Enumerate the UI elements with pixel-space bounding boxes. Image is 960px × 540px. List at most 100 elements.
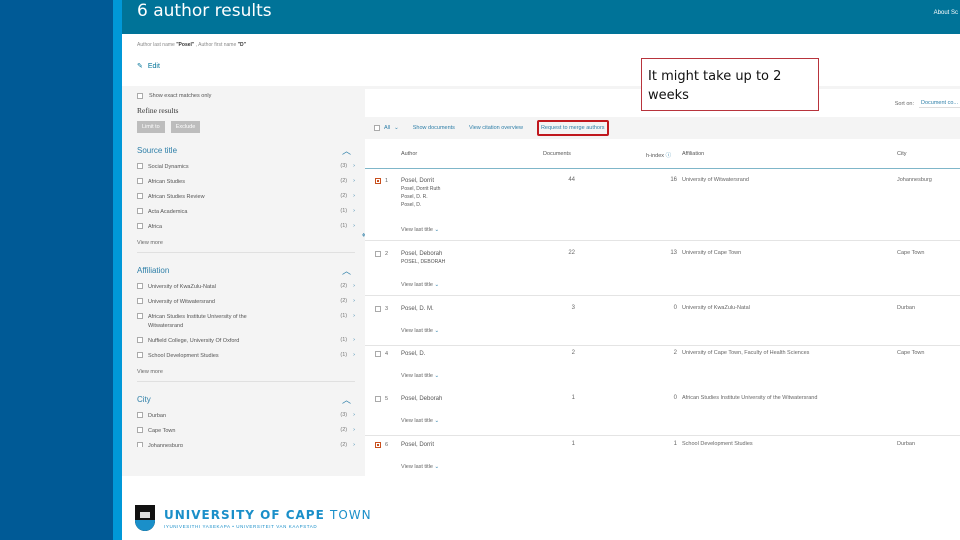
chevron-down-icon: ⌄ xyxy=(434,373,440,379)
facet-checkbox[interactable] xyxy=(137,283,143,289)
column-city[interactable]: City xyxy=(897,151,906,157)
facet-checkbox[interactable] xyxy=(137,163,143,169)
facet-item[interactable]: School Development Studies (1) › xyxy=(137,352,355,361)
exclude-button[interactable]: Exclude xyxy=(170,121,201,133)
view-more-link[interactable]: View more xyxy=(137,240,355,246)
chevron-right-icon[interactable]: › xyxy=(353,352,355,358)
author-row: 1 Posel, Dorrit Posel, Dorrit Ruth Posel… xyxy=(365,173,960,241)
facet-checkbox[interactable] xyxy=(137,337,143,343)
city-value: Johannesburg xyxy=(897,177,932,183)
view-citation-overview-link[interactable]: View citation overview xyxy=(469,125,523,131)
row-checkbox[interactable] xyxy=(375,396,381,402)
pencil-icon: ✎ xyxy=(137,63,143,70)
about-link[interactable]: About Sc xyxy=(934,10,958,16)
city-value: Durban xyxy=(897,305,916,311)
view-last-title-toggle[interactable]: View last title ⌄ xyxy=(401,418,439,424)
chevron-right-icon[interactable]: › xyxy=(353,412,355,418)
author-name-link[interactable]: Posel, D. xyxy=(401,350,425,358)
document-count[interactable]: 1 xyxy=(572,441,575,447)
select-all-dropdown[interactable]: All ⌄ xyxy=(374,125,399,131)
facet-checkbox[interactable] xyxy=(137,313,143,319)
facet-item[interactable]: Durban (3) › xyxy=(137,412,355,421)
show-documents-link[interactable]: Show documents xyxy=(413,125,455,131)
facet-checkbox[interactable] xyxy=(137,223,143,229)
column-affiliation[interactable]: Affiliation xyxy=(682,151,704,157)
facet-item[interactable]: Cape Town (2) › xyxy=(137,427,355,436)
view-last-title-toggle[interactable]: View last title ⌄ xyxy=(401,282,439,288)
results-panel: Sort on: Document co... All ⌄ Show docum… xyxy=(365,89,960,476)
chevron-up-icon[interactable]: ︿ xyxy=(342,393,351,406)
facet-checkbox[interactable] xyxy=(137,427,143,433)
document-count[interactable]: 44 xyxy=(568,177,575,183)
facet-checkbox[interactable] xyxy=(137,442,143,447)
facet-item[interactable]: Acta Academica (1) › xyxy=(137,208,355,217)
facet-item[interactable]: African Studies (2) › xyxy=(137,178,355,187)
view-last-title-toggle[interactable]: View last title ⌄ xyxy=(401,328,439,334)
chevron-right-icon[interactable]: › xyxy=(353,337,355,343)
refine-results-heading: Refine results xyxy=(137,106,179,115)
document-count[interactable]: 1 xyxy=(572,395,575,401)
name-variant: Posel, Dorrit Ruth xyxy=(401,186,441,192)
document-count[interactable]: 2 xyxy=(572,350,575,356)
row-checkbox[interactable] xyxy=(375,351,381,357)
view-last-title-toggle[interactable]: View last title ⌄ xyxy=(401,464,439,470)
exact-matches-option[interactable]: Show exact matches only xyxy=(137,93,355,99)
chevron-down-icon: ⌄ xyxy=(434,464,440,470)
facet-item[interactable]: Social Dynamics (3) › xyxy=(137,163,355,172)
facet-checkbox[interactable] xyxy=(137,208,143,214)
author-name-link[interactable]: Posel, Dorrit xyxy=(401,441,434,449)
author-name-link[interactable]: Posel, D. M. xyxy=(401,305,434,313)
document-count[interactable]: 22 xyxy=(568,250,575,256)
uct-shield-icon xyxy=(135,505,155,531)
row-checkbox[interactable] xyxy=(375,306,381,312)
author-name-link[interactable]: Posel, Dorrit xyxy=(401,177,440,185)
select-all-checkbox[interactable] xyxy=(374,125,380,131)
facet-checkbox[interactable] xyxy=(137,352,143,358)
facet-item[interactable]: Johannesburg (2) › xyxy=(137,442,355,447)
facet-checkbox[interactable] xyxy=(137,412,143,418)
facet-item[interactable]: Africa (1) › xyxy=(137,223,355,232)
chevron-right-icon[interactable]: › xyxy=(353,283,355,289)
chevron-right-icon[interactable]: › xyxy=(353,298,355,304)
author-name-link[interactable]: Posel, Deborah xyxy=(401,395,442,403)
column-author[interactable]: Author xyxy=(401,151,417,157)
facet-checkbox[interactable] xyxy=(137,178,143,184)
city-value: Cape Town xyxy=(897,250,925,256)
chevron-right-icon[interactable]: › xyxy=(353,208,355,214)
facet-item[interactable]: University of KwaZulu-Natal (2) › xyxy=(137,283,355,292)
request-merge-authors-link[interactable]: Request to merge authors xyxy=(536,120,609,136)
facet-item[interactable]: University of Witwatersrand (2) › xyxy=(137,298,355,307)
chevron-right-icon[interactable]: › xyxy=(353,178,355,184)
chevron-right-icon[interactable]: › xyxy=(353,193,355,199)
limit-to-button[interactable]: Limit to xyxy=(137,121,165,133)
row-checkbox[interactable] xyxy=(375,442,381,448)
chevron-right-icon[interactable]: › xyxy=(353,163,355,169)
view-last-title-toggle[interactable]: View last title ⌄ xyxy=(401,373,439,379)
view-more-link[interactable]: View more xyxy=(137,369,355,375)
view-last-title-toggle[interactable]: View last title ⌄ xyxy=(401,227,439,233)
column-h-index[interactable]: h-index ⓘ xyxy=(646,151,671,159)
row-checkbox[interactable] xyxy=(375,178,381,184)
facet-checkbox[interactable] xyxy=(137,193,143,199)
exact-matches-checkbox[interactable] xyxy=(137,93,143,99)
facet-item[interactable]: African Studies Institute University of … xyxy=(137,313,355,331)
chevron-up-icon[interactable]: ︿ xyxy=(342,264,351,277)
chevron-right-icon[interactable]: › xyxy=(353,427,355,433)
column-documents[interactable]: Documents xyxy=(543,151,571,157)
facet-checkbox[interactable] xyxy=(137,298,143,304)
row-checkbox[interactable] xyxy=(375,251,381,257)
chevron-right-icon[interactable]: › xyxy=(353,442,355,447)
facet-item[interactable]: Nuffield College, University Of Oxford (1… xyxy=(137,337,355,346)
edit-search-link[interactable]: ✎ Edit xyxy=(137,62,160,71)
chevron-right-icon[interactable]: › xyxy=(353,223,355,229)
document-count[interactable]: 3 xyxy=(572,305,575,311)
facet-item[interactable]: African Studies Review (2) › xyxy=(137,193,355,202)
author-name-link[interactable]: Posel, Deborah xyxy=(401,250,445,258)
results-toolbar: All ⌄ Show documents View citation overv… xyxy=(365,117,960,139)
chevron-up-icon[interactable]: ︿ xyxy=(342,144,351,157)
slide-accent-stripe xyxy=(113,0,122,540)
sort-dropdown[interactable]: Document co... xyxy=(919,99,960,108)
author-row: 2 Posel, Deborah POSEL, DEBORAH View las… xyxy=(365,246,960,296)
chevron-right-icon[interactable]: › xyxy=(353,313,355,319)
info-icon[interactable]: ⓘ xyxy=(666,153,672,159)
